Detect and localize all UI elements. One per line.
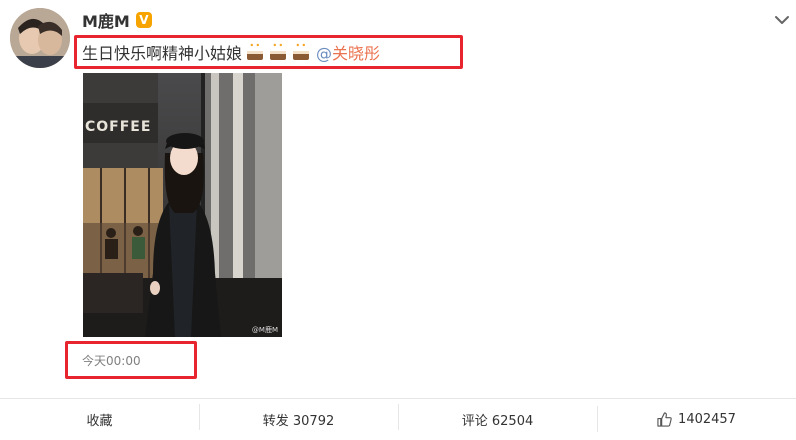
- author-avatar[interactable]: [10, 8, 70, 68]
- author-name[interactable]: M鹿M: [82, 8, 130, 32]
- like-count: 1402457: [678, 412, 736, 427]
- repost-button[interactable]: 转发 30792: [199, 404, 398, 430]
- favorite-label: 收藏: [86, 414, 113, 429]
- thumbs-up-icon: [657, 412, 672, 427]
- chevron-down-icon[interactable]: [772, 10, 792, 30]
- post-photo[interactable]: COFFEE @M鹿M: [83, 73, 282, 337]
- like-button[interactable]: 1402457: [597, 406, 796, 432]
- highlight-box-text: [74, 35, 463, 69]
- repost-label: 转发 30792: [262, 414, 335, 429]
- author-name-row: M鹿M V: [82, 8, 152, 32]
- highlight-box-time: [65, 341, 197, 379]
- photo-watermark: @M鹿M: [251, 326, 278, 334]
- photo-sign-text: COFFEE: [85, 119, 151, 135]
- favorite-button[interactable]: 收藏: [0, 410, 199, 429]
- comment-label: 评论 62504: [461, 414, 534, 429]
- verified-badge-icon: V: [135, 12, 152, 28]
- comment-button[interactable]: 评论 62504: [398, 404, 597, 430]
- action-bar: 收藏 转发 30792 评论 62504 1402457: [0, 398, 796, 440]
